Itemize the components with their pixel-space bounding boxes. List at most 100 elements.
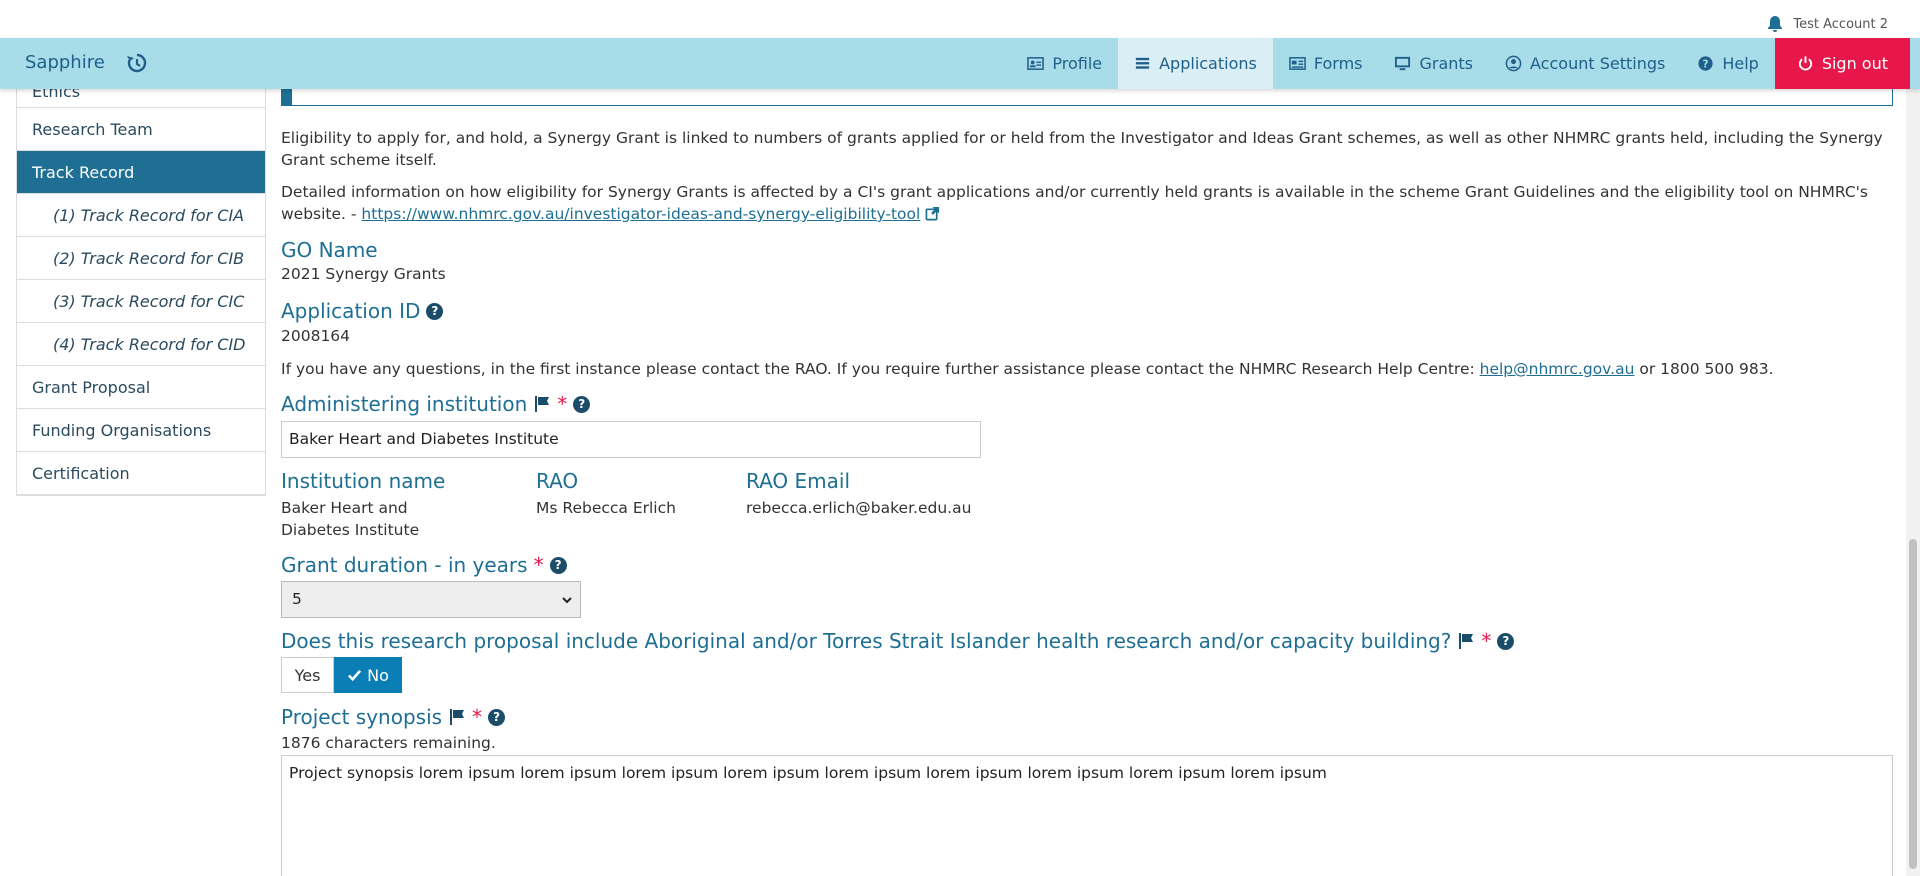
nav-account-settings-label: Account Settings	[1530, 54, 1666, 73]
svg-text:?: ?	[1703, 58, 1709, 70]
scrollbar-thumb[interactable]	[1909, 539, 1917, 869]
page-scrollbar[interactable]	[1906, 89, 1920, 876]
nav-forms[interactable]: Forms	[1273, 38, 1379, 89]
sidebar-item-label: Grant Proposal	[32, 377, 151, 397]
nav-profile[interactable]: Profile	[1011, 38, 1118, 89]
nav-help[interactable]: ? Help	[1681, 38, 1774, 89]
sidebar-item-label: (1) Track Record for CIA	[53, 205, 245, 225]
sidebar-item-funding-organisations[interactable]: Funding Organisations	[17, 409, 265, 452]
rao-label-text: RAO	[536, 469, 579, 493]
sidebar-item-label: Funding Organisations	[32, 420, 212, 440]
rao-email-value: rebecca.erlich@baker.edu.au	[746, 499, 972, 517]
sidebar-item-grant-proposal[interactable]: Grant Proposal	[17, 366, 265, 409]
administering-institution-label: Administering institution * ?	[281, 392, 591, 416]
institution-name-value: Baker Heart and Diabetes Institute	[281, 499, 420, 539]
no-label: No	[367, 665, 389, 685]
help-icon[interactable]: ?	[573, 395, 591, 413]
nav-account-settings[interactable]: Account Settings	[1489, 38, 1681, 89]
sign-out-label: Sign out	[1821, 54, 1888, 73]
detail-paragraph: Detailed information on how eligibility …	[281, 181, 1893, 225]
help-icon[interactable]: ?	[488, 708, 506, 726]
required-mark: *	[557, 392, 568, 416]
flag-icon	[535, 396, 550, 412]
eligibility-tool-link[interactable]: https://www.nhmrc.gov.au/investigator-id…	[361, 205, 920, 223]
brand-logo[interactable]: Sapphire	[25, 52, 105, 73]
grant-duration-label-text: Grant duration - in years	[281, 553, 528, 577]
chevron-down-icon	[562, 597, 572, 604]
external-link-icon[interactable]	[925, 206, 940, 221]
required-mark: *	[533, 553, 544, 577]
sidebar-item-label: (2) Track Record for CIB	[53, 248, 245, 268]
nav-grants-label: Grants	[1419, 54, 1474, 73]
grant-duration-value: 5	[292, 590, 302, 608]
yes-button[interactable]: Yes	[281, 657, 334, 693]
no-button[interactable]: No	[334, 657, 402, 693]
contact-paragraph: If you have any questions, in the first …	[281, 358, 1893, 380]
sidebar-item-track-record[interactable]: Track Record	[17, 151, 265, 194]
account-area[interactable]: Test Account 2	[1765, 14, 1888, 34]
history-icon[interactable]	[125, 51, 149, 75]
grant-duration-label: Grant duration - in years * ?	[281, 553, 567, 577]
contact-text: If you have any questions, in the first …	[281, 360, 1480, 378]
project-synopsis-label: Project synopsis * ?	[281, 705, 506, 729]
go-name-label: GO Name	[281, 238, 378, 262]
main-content: Eligibility to apply for, and hold, a Sy…	[281, 71, 1893, 876]
main-header: Sapphire Profile Applications Forms Gran…	[0, 38, 1920, 89]
required-mark: *	[1481, 629, 1492, 653]
account-name[interactable]: Test Account 2	[1793, 17, 1888, 32]
application-id-label-text: Application ID	[281, 299, 421, 323]
sign-out-button[interactable]: Sign out	[1774, 38, 1910, 89]
bell-icon[interactable]	[1765, 14, 1785, 34]
top-utility-bar: Test Account 2	[0, 0, 1920, 38]
go-name-label-text: GO Name	[281, 238, 378, 262]
atsi-toggle: Yes No	[281, 657, 402, 693]
sidebar-item-research-team[interactable]: Research Team	[17, 108, 265, 151]
monitor-icon	[1395, 56, 1411, 71]
nav-grants[interactable]: Grants	[1378, 38, 1489, 89]
nav-applications-label: Applications	[1159, 54, 1257, 73]
contact-phone-text: or 1800 500 983.	[1634, 360, 1774, 378]
sidebar-item-track-record-cib[interactable]: (2) Track Record for CIB	[17, 237, 265, 280]
flag-icon	[1459, 633, 1474, 649]
question-icon: ?	[1698, 56, 1713, 71]
rao-email-label-text: RAO Email	[746, 469, 851, 493]
nav-profile-label: Profile	[1052, 54, 1103, 73]
help-icon[interactable]: ?	[426, 302, 444, 320]
institution-name-label: Institution name	[281, 469, 445, 493]
power-icon	[1798, 56, 1812, 71]
sidebar-item-certification[interactable]: Certification	[17, 452, 265, 495]
help-icon[interactable]: ?	[1497, 632, 1515, 650]
sidebar-item-label: Track Record	[32, 162, 135, 182]
project-synopsis-textarea[interactable]: Project synopsis lorem ipsum lorem ipsum…	[281, 755, 1893, 876]
required-mark: *	[472, 705, 483, 729]
yes-label: Yes	[294, 665, 321, 685]
help-email-link[interactable]: help@nhmrc.gov.au	[1480, 360, 1635, 378]
administering-institution-label-text: Administering institution	[281, 392, 528, 416]
sidebar-nav: Ethics Research Team Track Record (1) Tr…	[16, 71, 266, 496]
newspaper-icon	[1289, 57, 1306, 70]
synopsis-char-count: 1876 characters remaining.	[281, 734, 496, 752]
nav-applications[interactable]: Applications	[1118, 38, 1273, 89]
grant-duration-select[interactable]: 5	[281, 581, 581, 618]
flag-icon	[450, 709, 465, 725]
application-id-label: Application ID?	[281, 299, 444, 323]
id-card-icon	[1027, 57, 1045, 70]
list-icon	[1135, 57, 1150, 69]
help-icon[interactable]: ?	[549, 556, 567, 574]
user-circle-icon	[1505, 55, 1522, 72]
application-id-value: 2008164	[281, 327, 351, 345]
sidebar-item-track-record-cid[interactable]: (4) Track Record for CID	[17, 323, 265, 366]
sidebar-item-track-record-cia[interactable]: (1) Track Record for CIA	[17, 194, 265, 237]
project-synopsis-label-text: Project synopsis	[281, 705, 443, 729]
administering-institution-input[interactable]: Baker Heart and Diabetes Institute	[281, 421, 981, 458]
nav-forms-label: Forms	[1313, 54, 1363, 73]
rao-value: Ms Rebecca Erlich	[536, 499, 676, 517]
sidebar-item-label: (3) Track Record for CIC	[53, 291, 245, 311]
rao-label: RAO	[536, 469, 578, 493]
sidebar-item-label: (4) Track Record for CID	[53, 334, 246, 354]
sidebar-item-label: Certification	[32, 463, 130, 483]
atsi-question-text: Does this research proposal include Abor…	[281, 629, 1452, 653]
main-nav: Profile Applications Forms Grants Accoun…	[1011, 38, 1910, 89]
sidebar-item-track-record-cic[interactable]: (3) Track Record for CIC	[17, 280, 265, 323]
atsi-question-label: Does this research proposal include Abor…	[281, 629, 1515, 653]
